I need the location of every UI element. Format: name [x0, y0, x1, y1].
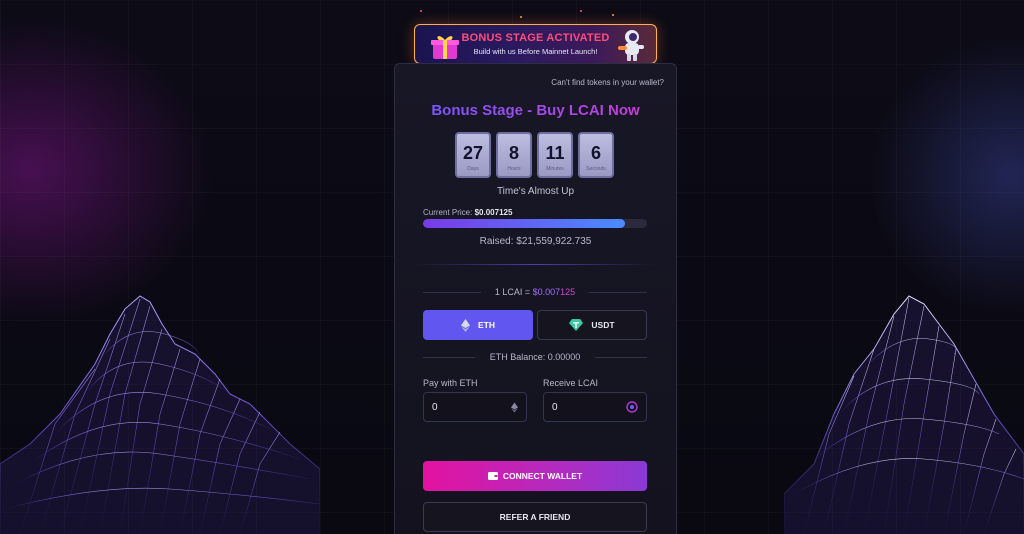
countdown-minutes: 11 Minutes: [537, 132, 573, 178]
current-price-value: $0.007125: [474, 208, 513, 217]
countdown-days: 27 Days: [455, 132, 491, 178]
eth-icon: [461, 318, 470, 332]
rate-price-b: 125: [560, 287, 576, 297]
exchange-rate-text: 1 LCAI = $0.007125: [423, 286, 647, 298]
usdt-icon: [569, 319, 584, 331]
lcai-icon: [626, 401, 638, 413]
astronaut-icon: [618, 30, 644, 61]
exchange-rate: 1 LCAI = $0.007125: [423, 286, 647, 298]
countdown-seconds: 6 Seconds: [578, 132, 614, 178]
sparkle: [580, 10, 582, 12]
current-price: Current Price: $0.007125: [423, 208, 512, 217]
refer-friend-button[interactable]: REFER A FRIEND: [423, 502, 647, 532]
eth-token-button[interactable]: ETH: [423, 310, 533, 340]
refer-friend-label: REFER A FRIEND: [499, 512, 571, 522]
receive-label: Receive LCAI: [543, 378, 599, 388]
countdown-label: Hours: [507, 166, 521, 172]
cant-find-tokens-link[interactable]: Can't find tokens in your wallet?: [551, 78, 664, 87]
pay-amount-value: 0: [432, 401, 438, 413]
time-almost-up-text: Time's Almost Up: [496, 186, 575, 197]
eth-button-label: ETH: [478, 320, 495, 330]
raise-progress-bar: [423, 219, 647, 228]
card-title: Bonus Stage - Buy LCAI Now: [395, 102, 676, 119]
connect-wallet-button[interactable]: CONNECT WALLET: [423, 461, 647, 491]
pay-amount-input[interactable]: 0: [423, 392, 527, 422]
countdown-label: Days: [467, 166, 479, 172]
current-price-label: Current Price:: [423, 208, 473, 217]
countdown-hours: 8 Hours: [496, 132, 532, 178]
pay-label: Pay with ETH: [423, 378, 478, 388]
eth-balance-text: ETH Balance: 0.00000: [489, 352, 581, 362]
raised-amount: Raised: $21,559,922.735: [479, 236, 592, 247]
receive-amount-value: 0: [552, 401, 558, 413]
eth-balance: ETH Balance: 0.00000: [423, 351, 647, 363]
wireframe-mountain-right: [784, 295, 1024, 534]
rate-left: 1 LCAI =: [494, 287, 533, 297]
bonus-stage-banner[interactable]: BONUS STAGE ACTIVATED Build with us Befo…: [414, 24, 657, 64]
usdt-token-button[interactable]: USDT: [537, 310, 647, 340]
rate-price-a: $0.007: [532, 287, 561, 297]
presale-card: Can't find tokens in your wallet? Bonus …: [394, 63, 677, 534]
usdt-button-label: USDT: [591, 320, 615, 330]
eth-icon: [511, 401, 518, 413]
countdown-value: 8: [508, 143, 519, 163]
raise-progress-fill: [423, 219, 625, 228]
connect-wallet-label: CONNECT WALLET: [502, 471, 583, 481]
sparkle: [420, 10, 422, 12]
countdown-label: Seconds: [586, 166, 606, 172]
sparkle: [520, 16, 522, 18]
countdown-label: Minutes: [546, 166, 564, 172]
receive-amount-input[interactable]: 0: [543, 392, 647, 422]
wireframe-mountain-left: [0, 295, 320, 534]
countdown-timer: 27 Days 8 Hours 11 Minutes 6 Seconds: [455, 132, 614, 178]
sparkle: [612, 14, 614, 16]
divider: [415, 264, 656, 265]
countdown-value: 27: [462, 143, 484, 163]
wallet-icon: [487, 472, 498, 480]
countdown-value: 11: [545, 143, 565, 163]
countdown-value: 6: [590, 143, 601, 163]
